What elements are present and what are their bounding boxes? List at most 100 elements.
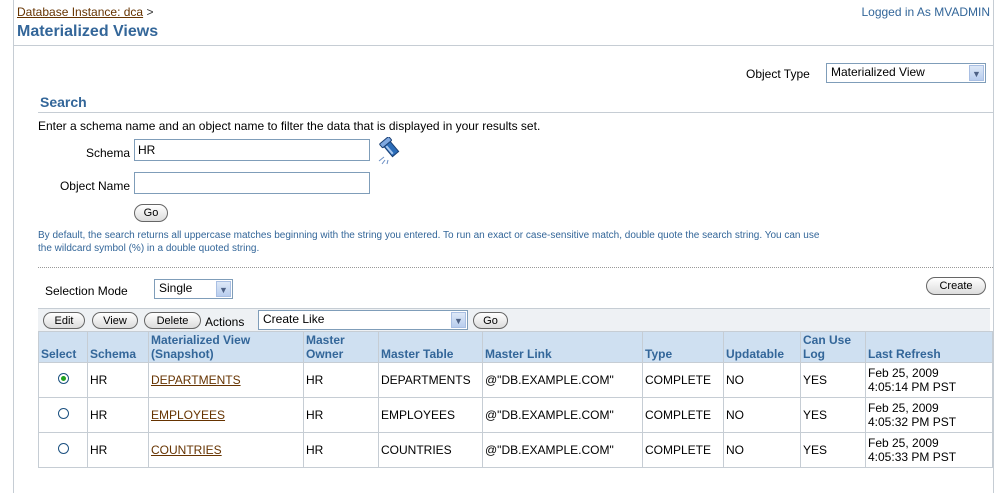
col-last-refresh[interactable]: Last Refresh — [865, 331, 993, 363]
col-updatable[interactable]: Updatable — [723, 331, 801, 363]
chevron-down-icon: ▼ — [216, 281, 231, 297]
table-header-row: Select Schema Materialized View (Snapsho… — [38, 331, 993, 363]
row-select-cell — [38, 397, 88, 433]
breadcrumb-separator: > — [146, 5, 154, 19]
col-master-owner[interactable]: Master Owner — [303, 331, 379, 363]
actions-label: Actions — [205, 315, 245, 329]
cell-last-refresh: Feb 25, 2009 4:05:32 PM PST — [865, 397, 993, 433]
cell-updatable: NO — [723, 362, 801, 398]
row-select-cell — [38, 362, 88, 398]
col-mv-line1: Materialized View — [151, 333, 251, 347]
edit-button[interactable]: Edit — [43, 312, 85, 329]
col-select: Select — [38, 331, 88, 363]
refresh-time: 4:05:33 PM PST — [868, 450, 957, 464]
mview-link[interactable]: DEPARTMENTS — [151, 373, 241, 387]
cell-master-link: @"DB.EXAMPLE.COM" — [482, 397, 643, 433]
object-type-select[interactable]: Materialized View ▼ — [826, 63, 986, 83]
col-materialized-view[interactable]: Materialized View (Snapshot) — [148, 331, 304, 363]
object-type-label: Object Type — [746, 67, 810, 81]
schema-input[interactable] — [134, 139, 370, 161]
materialized-views-table: Select Schema Materialized View (Snapsho… — [38, 331, 993, 468]
cell-updatable: NO — [723, 432, 801, 468]
object-name-input[interactable] — [134, 172, 370, 194]
mview-link[interactable]: EMPLOYEES — [151, 408, 225, 422]
col-canuse-line1: Can Use — [803, 333, 852, 347]
create-button[interactable]: Create — [926, 277, 986, 295]
selection-mode-value: Single — [159, 281, 193, 295]
col-type[interactable]: Type — [642, 331, 724, 363]
delete-button[interactable]: Delete — [144, 312, 201, 329]
chevron-down-icon: ▼ — [969, 65, 984, 81]
cell-master-table: COUNTRIES — [378, 432, 483, 468]
col-owner-line2: Owner — [306, 347, 344, 361]
cell-schema: HR — [87, 362, 149, 398]
section-divider — [38, 267, 993, 268]
cell-last-refresh: Feb 25, 2009 4:05:33 PM PST — [865, 432, 993, 468]
row-select-cell — [38, 432, 88, 468]
frame-border-right — [993, 0, 994, 493]
cell-mview: DEPARTMENTS — [148, 362, 304, 398]
cell-master-link: @"DB.EXAMPLE.COM" — [482, 432, 643, 468]
frame-border-left — [13, 0, 14, 493]
cell-mview: EMPLOYEES — [148, 397, 304, 433]
chevron-down-icon: ▼ — [451, 312, 466, 328]
search-go-button[interactable]: Go — [134, 204, 168, 222]
actions-go-button[interactable]: Go — [473, 312, 508, 329]
search-description: Enter a schema name and an object name t… — [38, 119, 541, 133]
schema-label: Schema — [85, 146, 130, 160]
selection-mode-label: Selection Mode — [45, 284, 128, 298]
col-master-link[interactable]: Master Link — [482, 331, 643, 363]
cell-type: COMPLETE — [642, 397, 724, 433]
col-owner-line1: Master — [306, 333, 345, 347]
col-mv-line2: (Snapshot) — [151, 347, 214, 361]
search-hint: By default, the search returns all upper… — [38, 229, 988, 255]
row-radio-button[interactable] — [57, 443, 69, 454]
breadcrumb-database-link[interactable]: Database Instance: dca — [17, 5, 143, 19]
view-button[interactable]: View — [92, 312, 138, 329]
refresh-date: Feb 25, 2009 — [868, 401, 939, 415]
col-schema[interactable]: Schema — [87, 331, 149, 363]
object-type-value: Materialized View — [831, 65, 925, 79]
row-radio-button[interactable] — [57, 408, 69, 419]
cell-mview: COUNTRIES — [148, 432, 304, 468]
search-heading: Search — [40, 94, 87, 110]
table-row: HR EMPLOYEES HR EMPLOYEES @"DB.EXAMPLE.C… — [38, 397, 993, 433]
actions-value: Create Like — [263, 312, 325, 326]
cell-can-use-log: YES — [800, 432, 866, 468]
cell-owner: HR — [303, 362, 379, 398]
actions-select[interactable]: Create Like ▼ — [258, 310, 468, 330]
refresh-date: Feb 25, 2009 — [868, 436, 939, 450]
cell-updatable: NO — [723, 397, 801, 433]
cell-can-use-log: YES — [800, 397, 866, 433]
refresh-time: 4:05:32 PM PST — [868, 415, 957, 429]
cell-last-refresh: Feb 25, 2009 4:05:14 PM PST — [865, 362, 993, 398]
cell-owner: HR — [303, 397, 379, 433]
flashlight-search-icon[interactable] — [378, 136, 408, 165]
cell-can-use-log: YES — [800, 362, 866, 398]
login-status: Logged in As MVADMIN — [861, 5, 990, 19]
object-name-label: Object Name — [59, 179, 130, 193]
col-can-use-log[interactable]: Can Use Log — [800, 331, 866, 363]
breadcrumb: Database Instance: dca > — [17, 5, 153, 19]
cell-master-table: DEPARTMENTS — [378, 362, 483, 398]
page-title: Materialized Views — [17, 23, 159, 40]
selection-mode-select[interactable]: Single ▼ — [154, 279, 233, 299]
refresh-time: 4:05:14 PM PST — [868, 380, 957, 394]
cell-type: COMPLETE — [642, 432, 724, 468]
cell-master-link: @"DB.EXAMPLE.COM" — [482, 362, 643, 398]
col-master-table[interactable]: Master Table — [378, 331, 483, 363]
cell-master-table: EMPLOYEES — [378, 397, 483, 433]
row-radio-button[interactable] — [57, 373, 69, 384]
cell-type: COMPLETE — [642, 362, 724, 398]
search-hint-line1: By default, the search returns all upper… — [38, 230, 820, 241]
mview-link[interactable]: COUNTRIES — [151, 443, 222, 457]
cell-owner: HR — [303, 432, 379, 468]
refresh-date: Feb 25, 2009 — [868, 366, 939, 380]
table-row: HR COUNTRIES HR COUNTRIES @"DB.EXAMPLE.C… — [38, 432, 993, 468]
cell-schema: HR — [87, 397, 149, 433]
col-canuse-line2: Log — [803, 347, 825, 361]
search-divider — [38, 112, 993, 113]
cell-schema: HR — [87, 432, 149, 468]
table-row: HR DEPARTMENTS HR DEPARTMENTS @"DB.EXAMP… — [38, 362, 993, 398]
search-hint-line2: the wildcard symbol (%) in a double quot… — [38, 243, 260, 254]
